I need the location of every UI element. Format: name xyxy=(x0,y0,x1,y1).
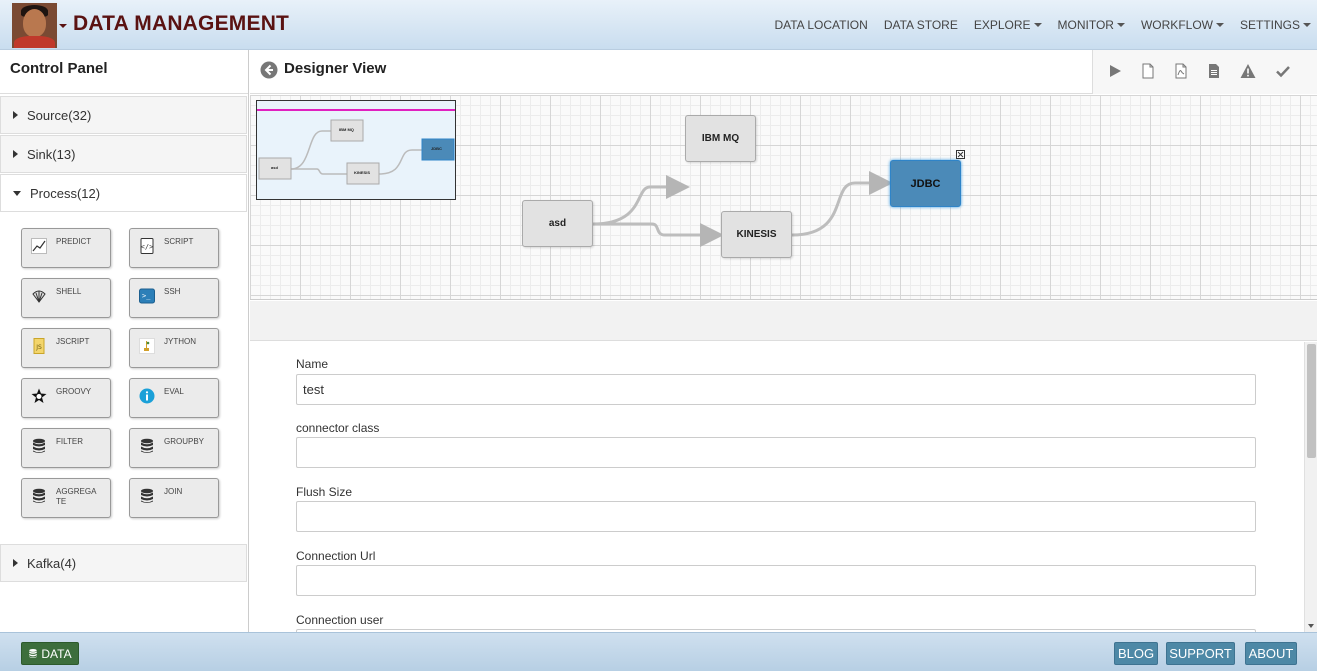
nav-data-store[interactable]: DATA STORE xyxy=(884,18,958,32)
caret-right-icon xyxy=(13,111,18,119)
designer-toolbar xyxy=(1092,50,1317,94)
support-button[interactable]: SUPPORT xyxy=(1166,642,1235,665)
section-source[interactable]: Source(32) xyxy=(0,96,247,134)
tool-shell[interactable]: SHELL xyxy=(21,278,111,318)
node-ibm-mq[interactable]: IBM MQ xyxy=(685,115,756,162)
app-title: DATA MANAGEMENT xyxy=(73,12,290,35)
connection-user-label: Connection user xyxy=(296,613,384,627)
node-jdbc[interactable]: JDBC xyxy=(890,160,961,207)
user-menu-caret-icon[interactable] xyxy=(59,24,67,28)
minimap-node-label: KINESIS xyxy=(354,170,371,175)
chevron-down-icon xyxy=(1033,23,1042,27)
chart-line-icon xyxy=(31,238,47,254)
database-icon xyxy=(141,488,153,503)
name-input[interactable] xyxy=(296,374,1256,405)
about-button[interactable]: ABOUT xyxy=(1245,642,1297,665)
top-nav: DATA LOCATION DATA STORE EXPLORE MONITOR… xyxy=(774,18,1311,32)
nav-settings[interactable]: SETTINGS xyxy=(1240,18,1311,32)
caret-down-icon xyxy=(13,190,21,196)
caret-right-icon xyxy=(13,559,18,567)
designer-title: Designer View xyxy=(284,60,387,77)
database-icon xyxy=(33,438,45,453)
info-circle-icon xyxy=(139,388,155,404)
control-panel-title: Control Panel xyxy=(0,50,248,94)
script-file-icon: </> xyxy=(140,238,154,254)
chevron-down-icon xyxy=(1116,23,1125,27)
avatar[interactable] xyxy=(12,3,57,48)
svg-text:</>: </> xyxy=(141,243,154,251)
tool-groovy[interactable]: GROOVY xyxy=(21,378,111,418)
connector-class-input[interactable] xyxy=(296,437,1256,468)
designer-panel: Designer View asd IBM MQ KINESIS JDBC as… xyxy=(250,50,1317,632)
nav-explore[interactable]: EXPLORE xyxy=(974,18,1042,32)
database-icon xyxy=(33,488,45,503)
connection-url-input[interactable] xyxy=(296,565,1256,596)
designer-header: Designer View xyxy=(250,50,1317,94)
minimap-node-label: asd xyxy=(271,165,278,170)
tool-jython[interactable]: JYTHON xyxy=(129,328,219,368)
javascript-icon: JS xyxy=(33,338,45,354)
minimap-node-label: JDBC xyxy=(431,146,442,151)
name-label: Name xyxy=(296,357,329,371)
tool-predict[interactable]: PREDICT xyxy=(21,228,111,268)
edge-asd-kinesis xyxy=(593,222,724,247)
node-asd[interactable]: asd xyxy=(522,200,593,247)
app-header: DATA MANAGEMENT DATA LOCATION DATA STORE… xyxy=(0,0,1317,50)
file-icon[interactable] xyxy=(1140,63,1156,79)
designer-canvas[interactable]: asd IBM MQ KINESIS JDBC asd IBM MQ KINES… xyxy=(250,95,1317,300)
pdf-file-icon[interactable] xyxy=(1173,63,1189,79)
tool-join[interactable]: JOIN xyxy=(129,478,219,518)
properties-form: Name connector class Flush Size Connecti… xyxy=(250,342,1317,632)
section-kafka[interactable]: Kafka(4) xyxy=(0,544,247,582)
jython-icon xyxy=(139,338,155,354)
shell-icon xyxy=(32,290,46,303)
node-kinesis[interactable]: KINESIS xyxy=(721,211,792,258)
tool-ssh[interactable]: >_ SSH xyxy=(129,278,219,318)
minimap-view xyxy=(257,101,455,199)
nav-data-location[interactable]: DATA LOCATION xyxy=(774,18,867,32)
section-process[interactable]: Process(12) xyxy=(0,174,247,212)
minimap-node-label: IBM MQ xyxy=(339,127,354,132)
back-arrow-icon[interactable] xyxy=(260,61,278,79)
connection-url-label: Connection Url xyxy=(296,549,376,563)
warning-icon[interactable] xyxy=(1240,63,1256,79)
svg-text:>_: >_ xyxy=(142,292,151,300)
tool-script[interactable]: </> SCRIPT xyxy=(129,228,219,268)
edge-kinesis-jdbc xyxy=(791,171,893,237)
remove-node-icon[interactable] xyxy=(956,150,965,159)
document-icon[interactable] xyxy=(1206,63,1222,79)
data-button[interactable]: DATA xyxy=(21,642,79,665)
control-panel: Control Panel Source(32) Sink(13) Proces… xyxy=(0,50,249,632)
caret-right-icon xyxy=(13,150,18,158)
tool-jscript[interactable]: JS JSCRIPT xyxy=(21,328,111,368)
properties-toolbar xyxy=(250,301,1317,341)
nav-monitor[interactable]: MONITOR xyxy=(1058,18,1125,32)
minimap[interactable]: asd IBM MQ KINESIS JDBC xyxy=(256,100,456,200)
tool-groupby[interactable]: GROUPBY xyxy=(129,428,219,468)
chevron-down-icon xyxy=(1303,23,1311,27)
database-icon xyxy=(141,438,153,453)
terminal-icon: >_ xyxy=(139,288,155,304)
svg-text:JS: JS xyxy=(35,344,42,351)
scrollbar-thumb[interactable] xyxy=(1307,344,1316,458)
tool-eval[interactable]: EVAL xyxy=(129,378,219,418)
nav-workflow[interactable]: WORKFLOW xyxy=(1141,18,1224,32)
flush-size-label: Flush Size xyxy=(296,485,353,499)
edge-asd-ibmmq xyxy=(592,175,690,226)
play-icon[interactable] xyxy=(1107,63,1123,79)
check-icon[interactable] xyxy=(1275,63,1291,79)
connector-class-label: connector class xyxy=(296,421,380,435)
section-sink[interactable]: Sink(13) xyxy=(0,135,247,173)
app-footer: DATA BLOG SUPPORT ABOUT xyxy=(0,632,1317,671)
chevron-down-icon xyxy=(1215,23,1224,27)
scroll-down-icon[interactable] xyxy=(1308,624,1314,628)
process-tools-panel: PREDICT </> SCRIPT SHELL >_ SSH JS JSCRI… xyxy=(0,212,247,545)
tool-aggregate[interactable]: AGGREGATE xyxy=(21,478,111,518)
tool-filter[interactable]: FILTER xyxy=(21,428,111,468)
flush-size-input[interactable] xyxy=(296,501,1256,532)
form-scrollbar[interactable] xyxy=(1304,342,1317,632)
database-icon xyxy=(29,648,38,658)
blog-button[interactable]: BLOG xyxy=(1114,642,1158,665)
groovy-star-icon xyxy=(31,388,47,403)
